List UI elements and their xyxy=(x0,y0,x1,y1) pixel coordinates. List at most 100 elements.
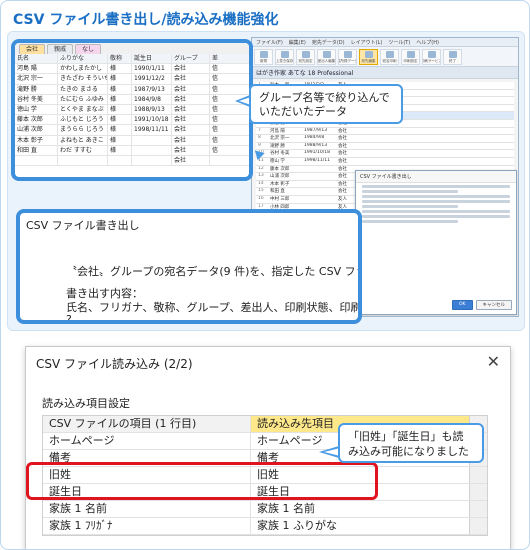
table-cell: 会社 xyxy=(172,155,210,166)
grid-cell: 北沢 宗一 xyxy=(270,136,290,142)
table-cell: 徳山 学 xyxy=(15,104,58,115)
grid-row[interactable]: 7 河島 陽 1987/9/13 会社 xyxy=(256,127,514,136)
grid-cell: 会社 xyxy=(338,128,347,134)
grid-cell xyxy=(302,166,336,173)
grid-cell: 和田 直 xyxy=(270,189,285,195)
table-row[interactable]: 徳山 学とくやま まなぶ様 1988/9/13 会社信 xyxy=(15,104,249,116)
toolbar-icon xyxy=(259,51,268,58)
table-cell: 木本 彰子 xyxy=(15,135,58,145)
toolbar-icon xyxy=(385,51,394,58)
table-cell: 会社 xyxy=(172,74,210,84)
grid-cell: 中村 三郎 xyxy=(270,196,290,202)
csv-export-trailing: ? xyxy=(66,313,72,324)
grid-row[interactable]: 11 徳山 学 1998/11/11 会社 xyxy=(256,157,514,166)
ok-button[interactable]: OK xyxy=(452,300,473,310)
toolbar-label: 新規 xyxy=(260,59,267,63)
group-tab[interactable]: 会社 xyxy=(19,44,46,54)
toolbar-button[interactable]: 住所録データ xyxy=(338,49,357,65)
grid-cell xyxy=(302,196,336,203)
menu-item[interactable]: ファイル(F) xyxy=(256,39,283,46)
group-tab[interactable]: なし xyxy=(75,44,102,54)
table-row[interactable]: 河島 陽かわしまたかし様 1990/1/11 会社信 xyxy=(15,64,249,75)
grid-cell: 木本 彰子 xyxy=(270,181,290,187)
column-header: CSV ファイルの項目 (1 行目) xyxy=(43,416,251,432)
table-cell: きたざわ そういち xyxy=(60,74,108,84)
dialog-title: CSV ファイル書き出し xyxy=(356,171,516,183)
scrollbar[interactable] xyxy=(469,518,487,534)
target-field-select[interactable]: 家族 1 名前 xyxy=(251,501,469,517)
toolbar-button[interactable]: 印刷設定 xyxy=(401,49,420,65)
table-cell: 様 xyxy=(108,125,132,135)
toolbar-icon xyxy=(343,51,352,58)
grid-row[interactable]: 10 谷村 冬美 1991/10/18 会社 xyxy=(256,150,514,158)
cancel-button[interactable]: キャンセル xyxy=(475,300,512,310)
table-row[interactable]: 会社 xyxy=(15,155,249,167)
table-row[interactable]: 木本 彰子 よねもと あきこ様 会社信 xyxy=(15,135,249,146)
menu-item[interactable]: ヘルプ(H) xyxy=(416,39,439,46)
column-header[interactable]: ふりがな xyxy=(58,54,108,64)
grid-cell xyxy=(302,181,336,188)
toolbar-button[interactable]: 印刷サービス xyxy=(422,49,441,65)
import-row[interactable]: 家族 1 ﾌﾘｶﾞﾅ 家族 1 ふりがな xyxy=(43,518,487,535)
toolbar-button[interactable]: 終了 xyxy=(443,49,462,65)
scrollbar[interactable] xyxy=(469,501,487,517)
table-cell: 様 xyxy=(108,135,132,145)
menu-item[interactable]: 宛先データ(D) xyxy=(312,39,345,46)
csv-field-name: 家族 1 名前 xyxy=(43,501,251,517)
table-row[interactable]: 山浦 次郎 まうらら じろう様 1998/11/11 会社信 xyxy=(15,125,249,136)
grid-row[interactable]: 8 北沢 宗一 1984/9/8 会社 xyxy=(256,135,514,143)
toolbar-button[interactable]: 宛名印刷 xyxy=(380,49,399,65)
table-row[interactable]: 北沢 宗一 きたざわ そういち様 1991/12/2 会社信 xyxy=(15,74,249,85)
dialog-text-line xyxy=(362,215,510,218)
import-dialog-title: CSV ファイル読み込み (2/2) xyxy=(36,357,193,371)
table-cell xyxy=(58,155,108,166)
toolbar-icon xyxy=(406,51,415,58)
toolbar-label: 終了 xyxy=(449,59,456,63)
menu-item[interactable]: ツール(T) xyxy=(388,39,410,46)
table-cell: 会社 xyxy=(172,84,210,94)
column-header[interactable]: 誕生日 xyxy=(132,54,172,64)
close-icon[interactable]: ✕ xyxy=(487,352,500,371)
target-field-select[interactable]: 家族 1 ふりがな xyxy=(251,518,469,534)
menu-item[interactable]: レイアウト(L) xyxy=(351,39,383,46)
column-header[interactable]: 敬称 xyxy=(108,54,132,64)
table-row[interactable]: 和田 直わだ すすむ様 会社信 xyxy=(15,145,249,156)
scrollbar[interactable] xyxy=(469,467,487,483)
grid-cell: 15 xyxy=(258,188,264,194)
toolbar-icon xyxy=(448,51,457,58)
table-cell: 会社 xyxy=(172,145,210,155)
toolbar-button[interactable]: 上書き保存 xyxy=(275,49,294,65)
grid-cell: 13 xyxy=(258,173,264,179)
scrollbar[interactable] xyxy=(469,484,487,500)
table-row[interactable]: 藤本 次郎 ふじもと じろう様 1991/10/18 会社信 xyxy=(15,115,249,126)
table-cell: 様 xyxy=(108,84,132,94)
table-row[interactable]: 滝野 勝たきの まさる様 1987/9/13 会社信 xyxy=(15,84,249,95)
table-cell: 様 xyxy=(108,94,132,104)
import-row[interactable]: 家族 1 名前 家族 1 名前 xyxy=(43,501,487,518)
group-tab[interactable]: 親戚 xyxy=(47,44,74,54)
grid-cell: 7 xyxy=(258,127,261,133)
column-header[interactable]: 氏名 xyxy=(15,54,58,64)
table-cell: 信 xyxy=(212,105,219,113)
table-cell: 1987/9/13 xyxy=(132,84,172,94)
column-header[interactable]: グループ xyxy=(172,54,210,64)
table-cell: 信 xyxy=(212,116,219,124)
toolbar-button[interactable]: 宛先編集 xyxy=(359,49,378,65)
toolbar-button[interactable]: 新規 xyxy=(254,49,273,65)
grid-cell: 会社 xyxy=(338,143,347,149)
grid-cell: 8 xyxy=(258,135,261,141)
table-row[interactable]: 谷村 冬美 たにむら ふゆみ様 1984/9/8 会社信 xyxy=(15,94,249,105)
table-cell: 会社 xyxy=(172,135,210,145)
table-cell: 様 xyxy=(108,115,132,125)
menu-item[interactable]: 編集(E) xyxy=(289,39,306,46)
table-cell: 信 xyxy=(212,146,219,154)
grid-cell: 1984/9/8 xyxy=(304,135,325,141)
table-cell: たにむら ふゆみ xyxy=(58,94,108,104)
grid-cell: 12 xyxy=(258,165,264,171)
column-header[interactable]: 差 xyxy=(210,54,230,63)
grid-cell xyxy=(302,173,336,180)
grid-cell: 藤本 次郎 xyxy=(270,166,290,172)
toolbar-button[interactable]: 差出人編集 xyxy=(317,49,336,65)
grid-row[interactable]: 9 滝野 勝 1988/9/13 会社 xyxy=(256,142,514,151)
toolbar-button[interactable]: 宛先設定 xyxy=(296,49,315,65)
